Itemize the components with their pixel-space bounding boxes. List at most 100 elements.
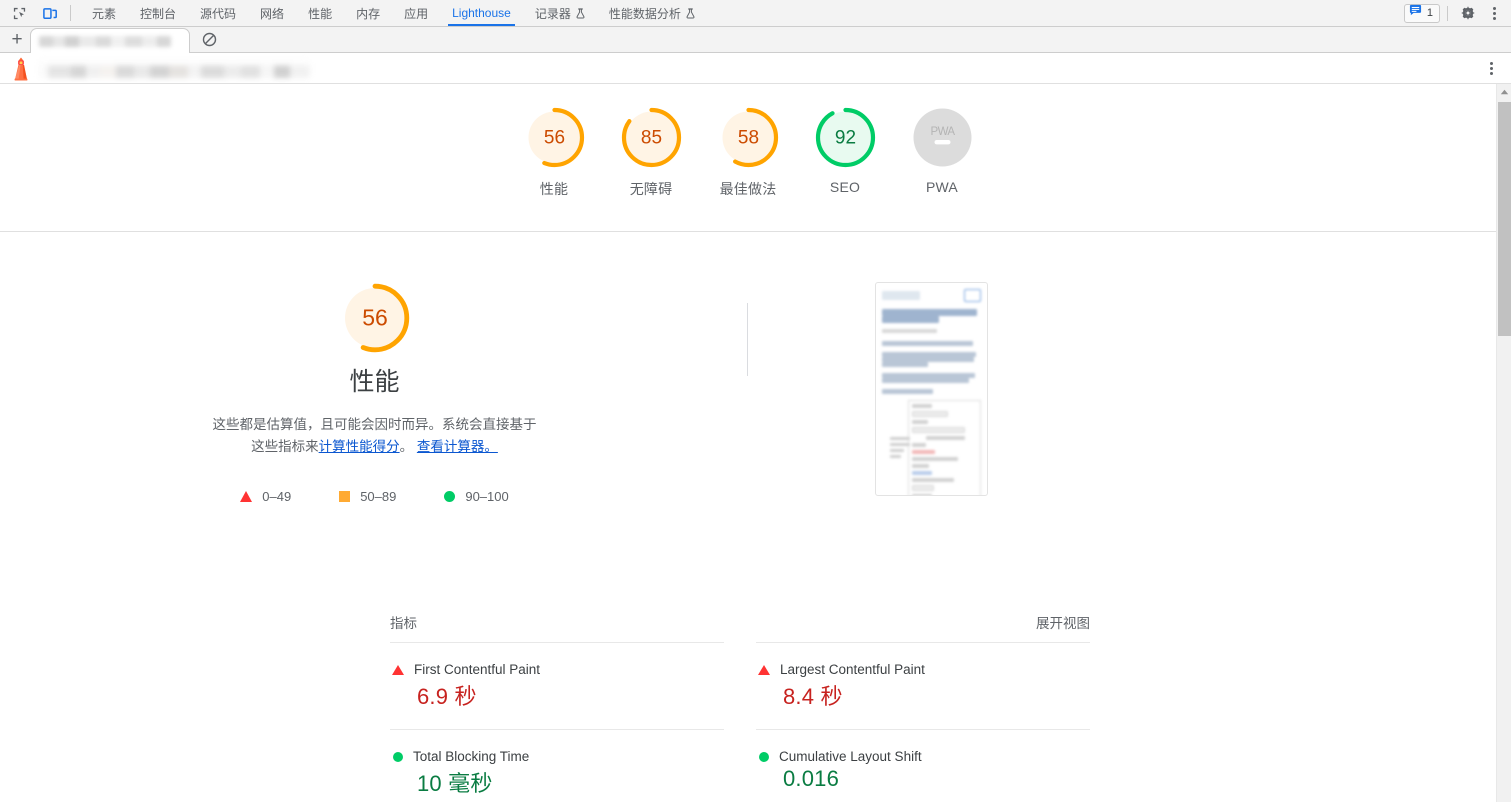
tab-sources[interactable]: 源代码 <box>188 0 248 26</box>
metric-label: Largest Contentful Paint <box>780 662 925 678</box>
triangle-fail-icon <box>240 491 253 503</box>
audited-url-redacted <box>38 58 310 78</box>
legend-item-average: 50–89 <box>339 489 396 504</box>
svg-text:85: 85 <box>640 128 661 149</box>
devtools-tab-bar: 元素 控制台 源代码 网络 性能 内存 应用 Lighthouse 记录器 性能… <box>0 0 1511 27</box>
screenshot-blurred-content <box>882 289 981 495</box>
toolbar-divider <box>1447 5 1448 21</box>
circle-pass-icon <box>444 491 456 503</box>
hero-vertical-divider <box>747 303 748 376</box>
experiment-flask-icon <box>686 7 695 19</box>
circle-pass-icon <box>759 751 769 762</box>
tab-lighthouse[interactable]: Lighthouse <box>440 0 523 26</box>
gauge-best-practices[interactable]: 58 最佳做法 <box>700 106 797 199</box>
hero-description: 这些都是估算值，且可能会因时而异。系统会直接基于这些指标来计算性能得分。 查看计… <box>210 414 540 457</box>
tab-label: 应用 <box>404 6 429 21</box>
svg-text:56: 56 <box>362 305 388 331</box>
score-calculation-link[interactable]: 计算性能得分 <box>319 439 400 454</box>
svg-text:56: 56 <box>543 128 564 149</box>
issues-message-icon <box>1409 4 1422 22</box>
performance-category-header: 56 性能 这些都是估算值，且可能会因时而异。系统会直接基于这些指标来计算性能得… <box>0 232 1496 504</box>
svg-text:92: 92 <box>834 128 855 149</box>
tab-performance[interactable]: 性能 <box>296 0 344 26</box>
lighthouse-panel-toolbar: + <box>0 27 1511 53</box>
metric-label: Total Blocking Time <box>413 749 530 765</box>
no-entry-icon[interactable] <box>202 32 217 47</box>
performance-summary: 56 性能 这些都是估算值，且可能会因时而异。系统会直接基于这些指标来计算性能得… <box>0 282 747 504</box>
final-screenshot-thumbnail[interactable] <box>875 282 988 496</box>
gauge-pwa[interactable]: PWA PWA <box>894 106 991 199</box>
metric-first-contentful-paint[interactable]: First Contentful Paint 6.9 秒 <box>390 642 724 729</box>
svg-text:58: 58 <box>737 128 758 149</box>
tab-performance-insights[interactable]: 性能数据分析 <box>597 0 707 26</box>
metrics-title: 指标 <box>390 616 417 632</box>
gauge-arc-accessibility: 85 <box>621 107 681 168</box>
scrollbar-up-arrow[interactable] <box>1497 84 1511 100</box>
see-calculator-link[interactable]: 查看计算器。 <box>417 439 498 454</box>
devtools-right-actions: 1 <box>1403 0 1511 26</box>
gear-icon[interactable] <box>1455 2 1481 24</box>
tab-elements[interactable]: 元素 <box>80 0 128 26</box>
category-score-gauges: 56 性能 85 无障碍 58 最佳做法 92 SEO PWA PWA <box>0 84 1496 232</box>
gauge-arc-seo: 92 <box>815 107 875 168</box>
metric-total-blocking-time[interactable]: Total Blocking Time 10 毫秒 <box>390 729 724 802</box>
metric-value: 10 毫秒 <box>417 771 493 797</box>
gauge-label: PWA <box>926 179 958 195</box>
report-url-bar <box>0 53 1511 84</box>
hero-category-title: 性能 <box>349 368 400 396</box>
hero-gauge-performance: 56 <box>340 283 409 353</box>
tab-label: 元素 <box>92 6 117 21</box>
score-legend: 0–49 50–89 90–100 <box>240 489 509 505</box>
hero-description-suffix: 。 <box>399 438 414 454</box>
legend-range: 50–89 <box>360 489 397 505</box>
triangle-fail-icon <box>758 664 770 675</box>
tab-recorder[interactable]: 记录器 <box>523 0 597 26</box>
metric-largest-contentful-paint[interactable]: Largest Contentful Paint 8.4 秒 <box>756 642 1090 729</box>
scrollbar-thumb[interactable] <box>1498 102 1511 336</box>
triangle-fail-icon <box>392 664 404 675</box>
tab-memory[interactable]: 内存 <box>344 0 392 26</box>
gauge-label: 最佳做法 <box>719 181 777 197</box>
legend-item-fail: 0–49 <box>240 489 291 504</box>
tab-label: 控制台 <box>140 6 177 21</box>
gauge-accessibility[interactable]: 85 无障碍 <box>603 106 700 199</box>
expand-view-toggle[interactable]: 展开视图 <box>1036 612 1090 632</box>
tab-label: 性能 <box>308 6 333 21</box>
metrics-header: 指标 展开视图 <box>390 612 1090 642</box>
metric-value: 0.016 <box>783 766 840 792</box>
metric-label: Cumulative Layout Shift <box>779 749 922 765</box>
gauge-label: 无障碍 <box>629 181 673 197</box>
toolbar-divider <box>70 5 71 21</box>
metrics-section: 指标 展开视图 First Contentful Paint 6.9 秒 Lar… <box>390 612 1090 802</box>
tab-label: 源代码 <box>200 6 237 21</box>
gauge-label: SEO <box>829 179 861 195</box>
gauge-performance[interactable]: 56 性能 <box>506 106 603 199</box>
report-more-vertical-icon[interactable] <box>1481 57 1501 79</box>
tab-label: 网络 <box>260 6 285 21</box>
legend-item-pass: 90–100 <box>444 489 509 505</box>
gauge-arc-performance: 56 <box>524 107 584 168</box>
new-report-button[interactable]: + <box>8 30 26 49</box>
more-vertical-icon[interactable] <box>1484 2 1504 24</box>
tab-application[interactable]: 应用 <box>392 0 440 26</box>
tab-console[interactable]: 控制台 <box>128 0 188 26</box>
lighthouse-report: 56 性能 85 无障碍 58 最佳做法 92 SEO PWA PWA 56 性… <box>0 84 1511 802</box>
gauge-arc-best-practices: 58 <box>718 107 778 168</box>
gauge-seo[interactable]: 92 SEO <box>797 106 894 199</box>
lighthouse-icon <box>10 56 32 81</box>
experiment-flask-icon <box>576 7 585 19</box>
legend-range: 90–100 <box>465 489 509 505</box>
metric-cumulative-layout-shift[interactable]: Cumulative Layout Shift 0.016 <box>756 729 1090 802</box>
report-scrollbar[interactable] <box>1496 84 1511 802</box>
device-toolbar-icon[interactable] <box>37 2 63 24</box>
issues-counter-button[interactable]: 1 <box>1403 3 1440 23</box>
tab-network[interactable]: 网络 <box>248 0 296 26</box>
metric-value: 6.9 秒 <box>417 684 477 710</box>
tab-label: 内存 <box>356 6 381 21</box>
metrics-grid: First Contentful Paint 6.9 秒 Largest Con… <box>390 642 1090 802</box>
inspect-cursor-icon[interactable] <box>6 2 32 24</box>
issues-count: 1 <box>1426 7 1433 19</box>
report-run-tab[interactable] <box>30 28 190 53</box>
report-scroll-content: 56 性能 85 无障碍 58 最佳做法 92 SEO PWA PWA 56 性… <box>0 84 1496 802</box>
tab-label: 性能数据分析 <box>608 6 681 21</box>
